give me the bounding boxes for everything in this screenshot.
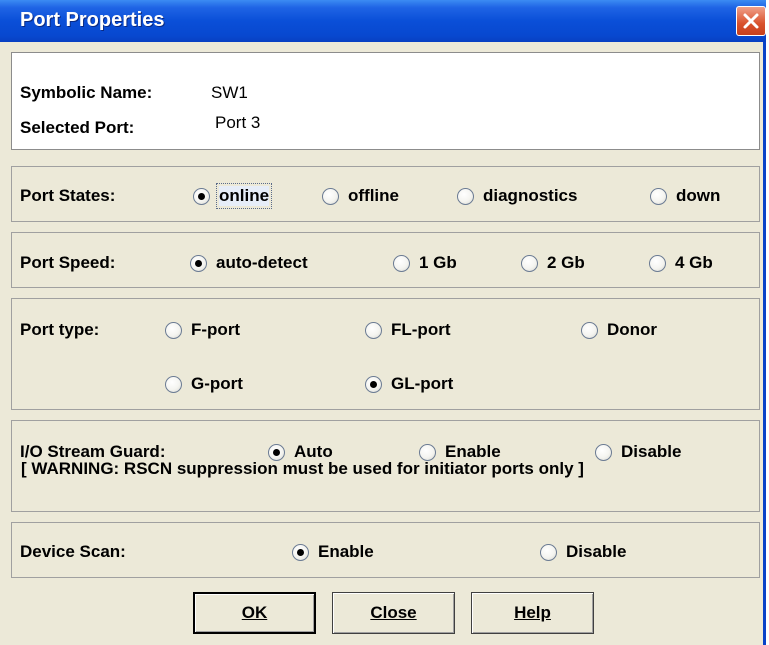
port-properties-dialog: Port Properties Symbolic Name: SW1 Selec…: [0, 0, 766, 645]
close-button[interactable]: Close: [332, 592, 455, 634]
port-speed-1gb-label: 1 Gb: [419, 253, 457, 272]
port-speed-4gb-radio[interactable]: 4 Gb: [649, 253, 713, 273]
port-type-donor-label: Donor: [607, 320, 658, 339]
device-scan-label: Device Scan:: [20, 542, 126, 561]
port-type-gl-port-radio[interactable]: GL-port: [365, 374, 453, 394]
port-type-fl-port-radio[interactable]: FL-port: [365, 320, 450, 340]
help-button-label: Help: [514, 603, 551, 622]
radio-unselected-icon: [649, 254, 666, 272]
radio-selected-icon: [193, 187, 210, 205]
port-speed-4gb-label: 4 Gb: [675, 253, 713, 272]
port-info-panel: Symbolic Name: SW1 Selected Port: Port 3: [11, 52, 760, 150]
radio-unselected-icon: [595, 443, 612, 461]
help-button[interactable]: Help: [471, 592, 594, 634]
port-speed-2gb-radio[interactable]: 2 Gb: [521, 253, 585, 273]
port-type-g-port-radio[interactable]: G-port: [165, 374, 243, 394]
ok-button[interactable]: OK: [193, 592, 316, 634]
radio-unselected-icon: [457, 187, 474, 205]
close-button-label: Close: [370, 603, 417, 622]
port-type-g-port-label: G-port: [191, 374, 243, 393]
radio-unselected-icon: [393, 254, 410, 272]
title-bar[interactable]: Port Properties: [0, 0, 766, 42]
port-speed-auto-detect-label: auto-detect: [216, 253, 308, 272]
io-stream-guard-panel: I/O Stream Guard: Auto Enable Disable [ …: [11, 420, 760, 512]
radio-selected-icon: [292, 543, 309, 561]
close-window-button[interactable]: [736, 6, 766, 36]
port-state-online-radio[interactable]: online: [193, 183, 273, 209]
radio-unselected-icon: [419, 443, 436, 461]
ok-button-label: OK: [241, 603, 268, 622]
port-speed-2gb-label: 2 Gb: [547, 253, 585, 272]
radio-unselected-icon: [165, 375, 182, 393]
close-icon: [743, 13, 759, 29]
radio-selected-icon: [190, 254, 207, 272]
radio-unselected-icon: [365, 321, 382, 339]
symbolic-name-label: Symbolic Name:: [20, 83, 153, 102]
window-title: Port Properties: [20, 9, 165, 31]
port-state-online-label: online: [215, 183, 273, 209]
rscn-warning-text: [ WARNING: RSCN suppression must be used…: [21, 459, 584, 478]
radio-unselected-icon: [521, 254, 538, 272]
device-scan-disable-radio[interactable]: Disable: [540, 542, 626, 562]
selected-port-label: Selected Port:: [20, 118, 135, 137]
port-type-fl-port-label: FL-port: [391, 320, 451, 339]
port-state-down-radio[interactable]: down: [650, 186, 720, 206]
port-states-panel: Port States: online offline diagnostics …: [11, 166, 760, 222]
port-speed-label: Port Speed:: [20, 253, 116, 272]
radio-unselected-icon: [581, 321, 598, 339]
radio-selected-icon: [268, 443, 285, 461]
device-scan-disable-label: Disable: [566, 542, 627, 561]
device-scan-enable-radio[interactable]: Enable: [292, 542, 374, 562]
port-state-down-label: down: [676, 186, 721, 205]
port-speed-panel: Port Speed: auto-detect 1 Gb 2 Gb 4 Gb: [11, 232, 760, 288]
io-guard-disable-radio[interactable]: Disable: [595, 442, 681, 462]
port-type-panel: Port type: F-port FL-port Donor G-port G…: [11, 298, 760, 410]
port-state-diagnostics-label: diagnostics: [483, 186, 578, 205]
port-speed-1gb-radio[interactable]: 1 Gb: [393, 253, 457, 273]
io-guard-disable-label: Disable: [621, 442, 682, 461]
port-type-f-port-label: F-port: [191, 320, 241, 339]
symbolic-name-value: SW1: [211, 83, 248, 102]
radio-unselected-icon: [650, 187, 667, 205]
port-state-offline-radio[interactable]: offline: [322, 186, 399, 206]
selected-port-value: Port 3: [215, 113, 261, 132]
device-scan-panel: Device Scan: Enable Disable: [11, 522, 760, 578]
port-state-offline-label: offline: [348, 186, 399, 205]
radio-unselected-icon: [322, 187, 339, 205]
port-type-donor-radio[interactable]: Donor: [581, 320, 657, 340]
port-type-gl-port-label: GL-port: [391, 374, 454, 393]
port-type-f-port-radio[interactable]: F-port: [165, 320, 240, 340]
device-scan-enable-label: Enable: [318, 542, 374, 561]
port-speed-auto-detect-radio[interactable]: auto-detect: [190, 253, 308, 273]
radio-unselected-icon: [540, 543, 557, 561]
radio-selected-icon: [365, 375, 382, 393]
radio-unselected-icon: [165, 321, 182, 339]
port-states-label: Port States:: [20, 186, 116, 205]
port-type-label: Port type:: [20, 320, 100, 339]
port-state-diagnostics-radio[interactable]: diagnostics: [457, 186, 577, 206]
